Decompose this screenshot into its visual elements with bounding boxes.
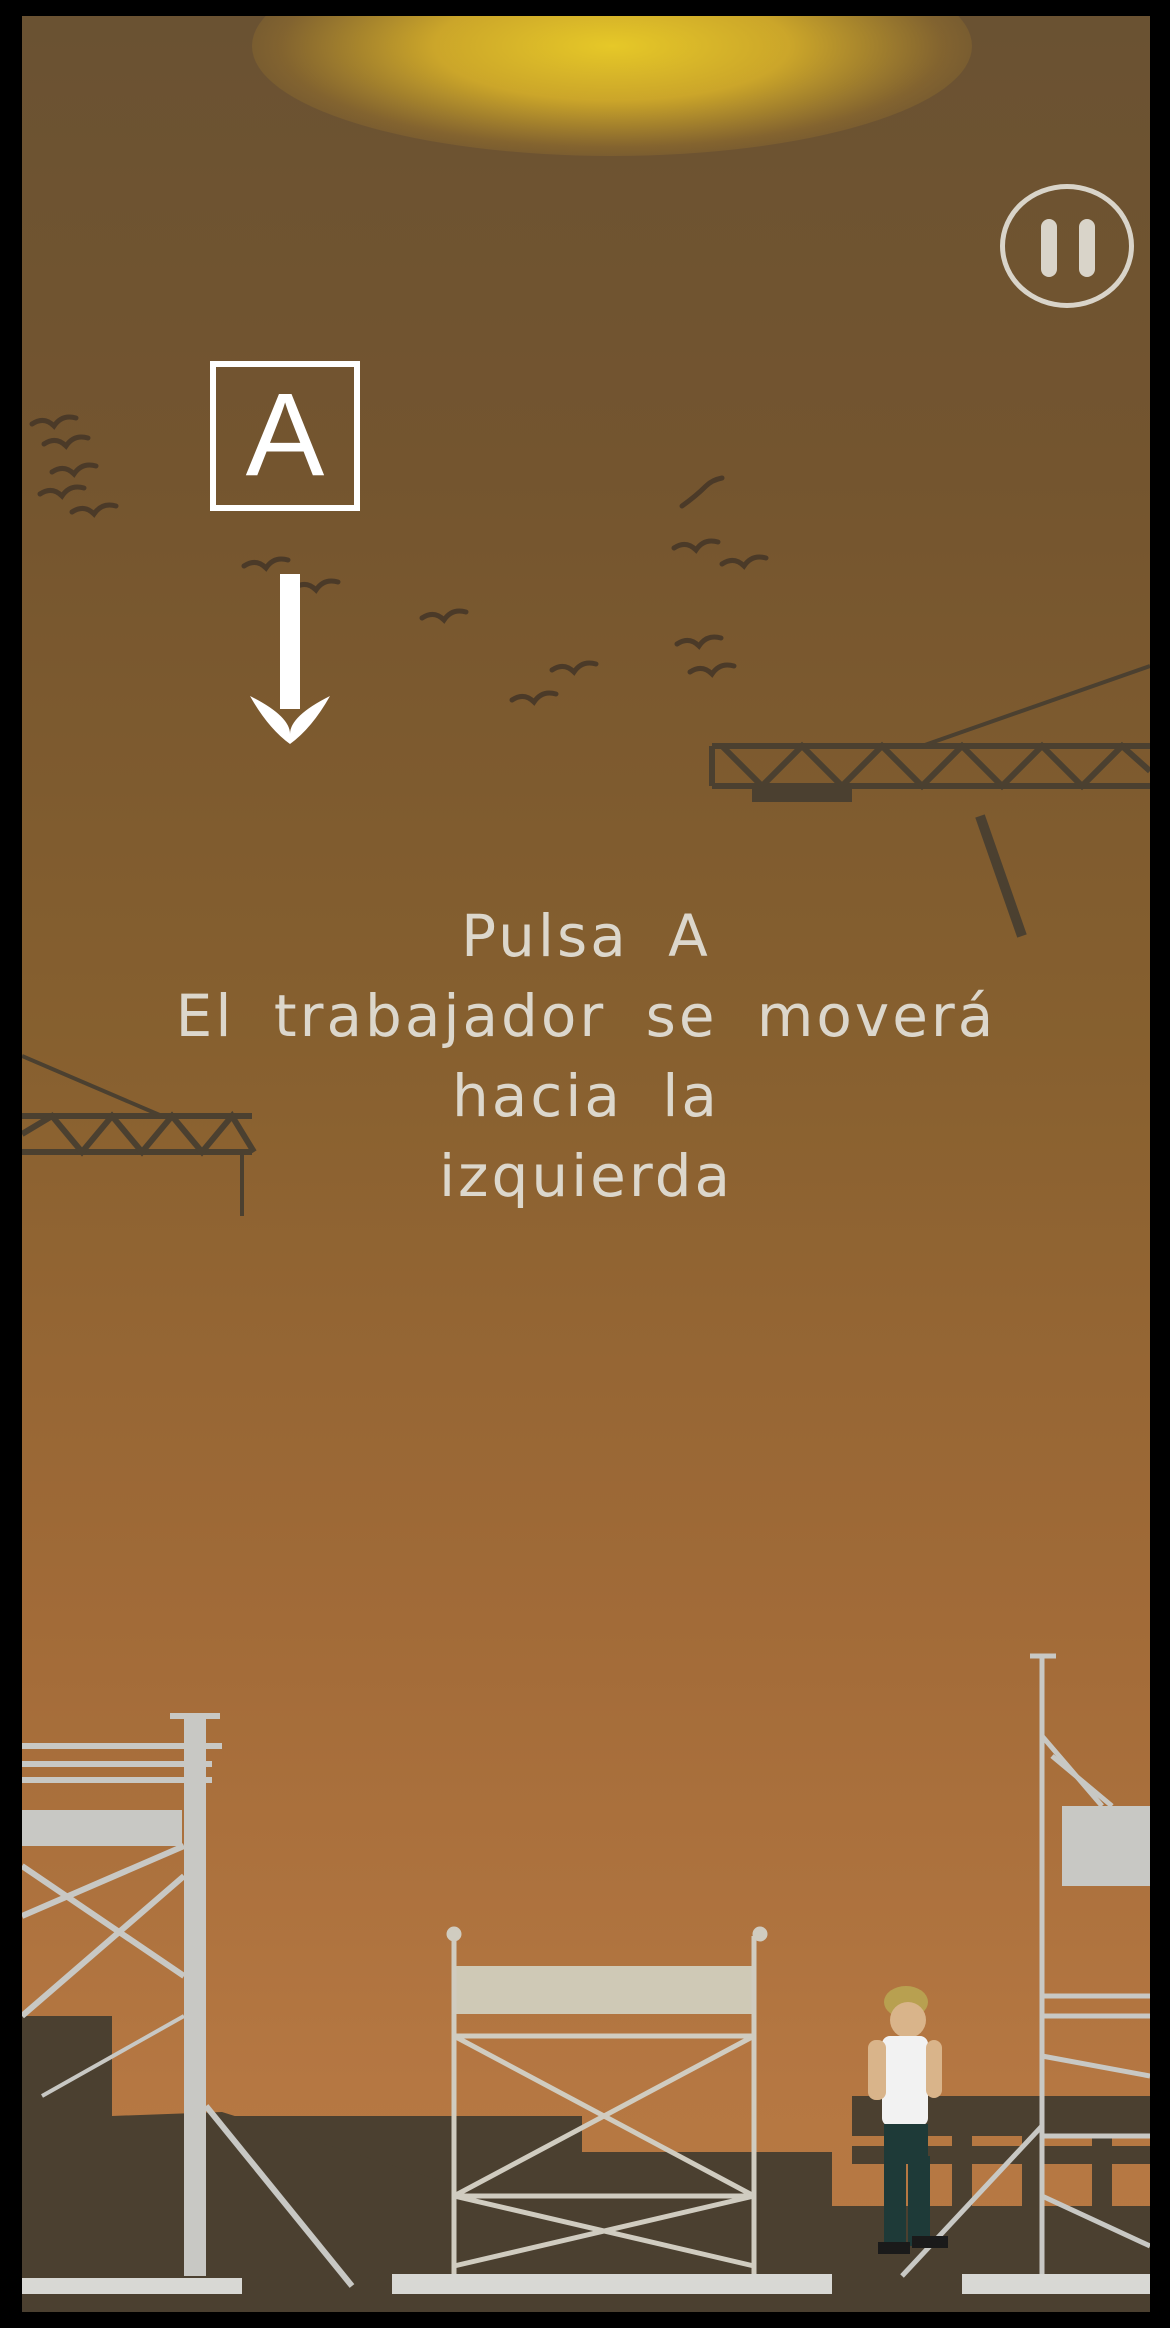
game-screen[interactable]: A Pulsa A El trabajador se moverá hacia … bbox=[22, 16, 1150, 2312]
key-a-indicator: A bbox=[210, 361, 360, 511]
tutorial-instruction: Pulsa A El trabajador se moverá hacia la… bbox=[82, 896, 1090, 1216]
bird-flock bbox=[29, 414, 769, 706]
instruction-line-2: El trabajador se moverá hacia la bbox=[175, 982, 997, 1130]
instruction-line-1: Pulsa A bbox=[461, 902, 711, 970]
arrow-down-icon bbox=[250, 574, 330, 744]
instruction-line-3: izquierda bbox=[438, 1142, 734, 1210]
pause-button[interactable] bbox=[1000, 184, 1134, 308]
